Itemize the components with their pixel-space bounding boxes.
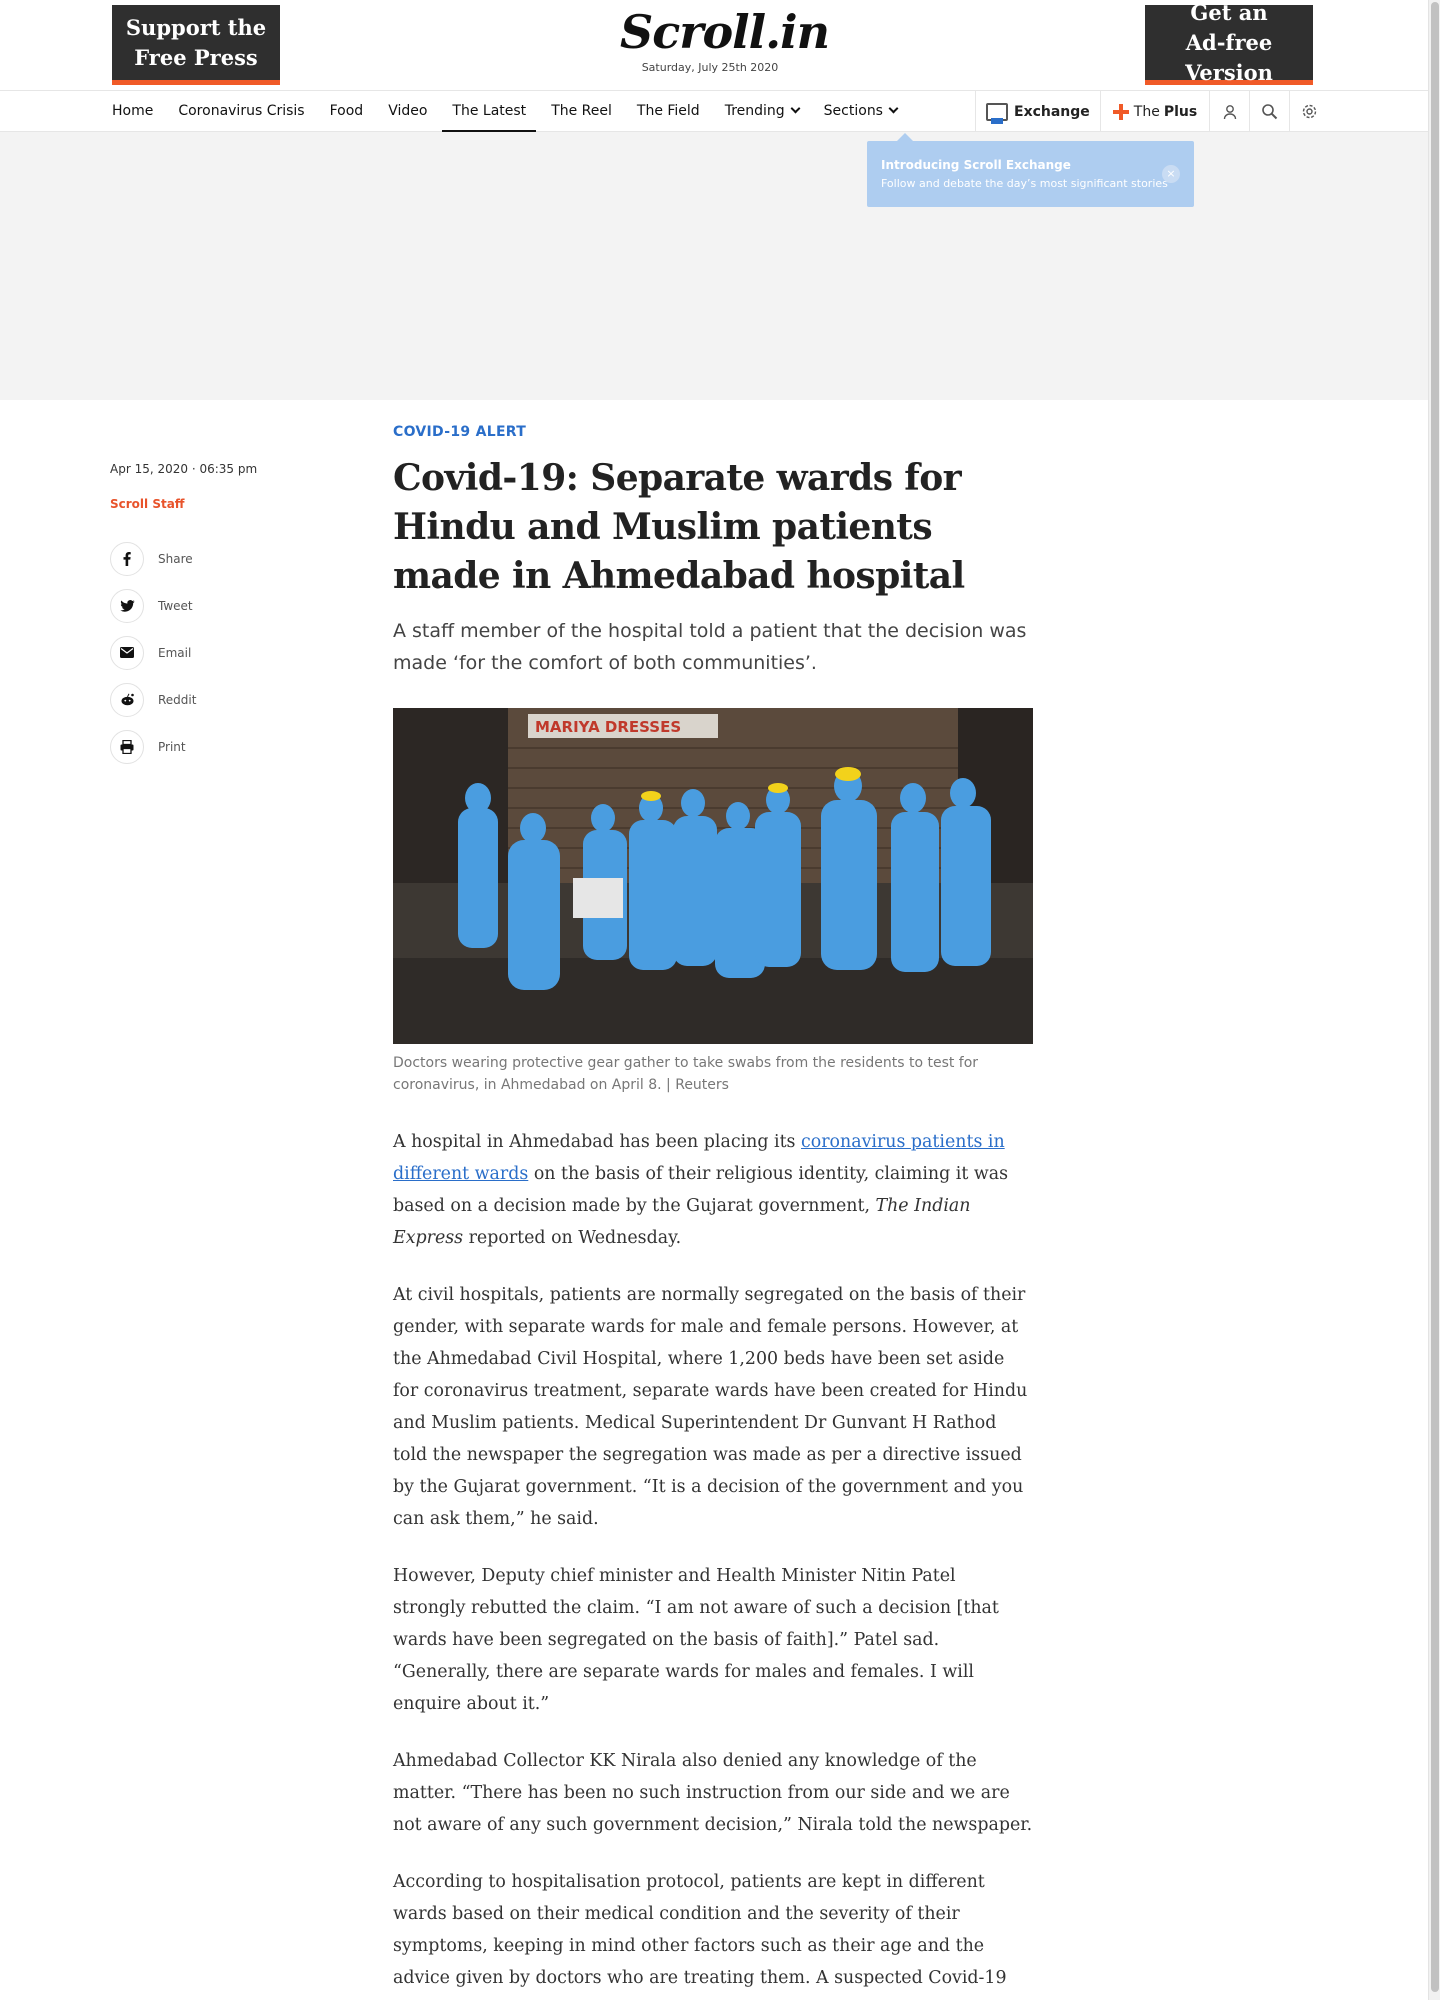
article-kicker[interactable]: COVID-19 ALERT bbox=[393, 424, 1033, 440]
share-email-button[interactable]: Email bbox=[110, 629, 350, 676]
promo-right-line1: Get an bbox=[1190, 0, 1268, 25]
share-facebook-button[interactable]: Share bbox=[110, 535, 350, 582]
body-paragraph-2: At civil hospitals, patients are normall… bbox=[393, 1285, 1028, 1529]
email-label: Email bbox=[158, 645, 192, 660]
main-navbar: Home Coronavirus Crisis Food Video The L… bbox=[0, 90, 1428, 132]
popover-title: Introducing Scroll Exchange bbox=[881, 158, 1071, 172]
account-button[interactable] bbox=[1209, 91, 1249, 132]
author-link[interactable]: Scroll Staff bbox=[110, 497, 350, 511]
lead-image: MARIYA DRESSES bbox=[393, 708, 1033, 1044]
settings-button[interactable] bbox=[1289, 91, 1329, 132]
nav-links: Home Coronavirus Crisis Food Video The L… bbox=[112, 91, 922, 132]
body-paragraph-3: However, Deputy chief minister and Healt… bbox=[393, 1566, 999, 1714]
nav-trending[interactable]: Trending bbox=[724, 91, 801, 132]
exchange-icon bbox=[986, 102, 1008, 124]
nav-the-latest[interactable]: The Latest bbox=[442, 91, 536, 132]
nav-the-reel[interactable]: The Reel bbox=[551, 91, 612, 132]
exchange-button[interactable]: Exchange bbox=[975, 91, 1100, 132]
facebook-icon bbox=[110, 541, 144, 576]
nav-home[interactable]: Home bbox=[112, 91, 153, 132]
image-caption: Doctors wearing protective gear gather t… bbox=[393, 1055, 979, 1093]
popover-subtitle: Follow and debate the day’s most signifi… bbox=[881, 177, 1168, 190]
chevron-down-icon bbox=[790, 103, 801, 114]
nav-sections-label: Sections bbox=[823, 103, 883, 119]
plus-label: Plus bbox=[1163, 103, 1198, 120]
shop-sign-text: MARIYA DRESSES bbox=[535, 718, 681, 736]
article-body: A hospital in Ahmedabad has been placing… bbox=[393, 1126, 1033, 2000]
nav-sections[interactable]: Sections bbox=[823, 91, 899, 132]
body-paragraph-1: A hospital in Ahmedabad has been placing… bbox=[393, 1126, 1033, 1254]
search-icon bbox=[1262, 104, 1278, 120]
nav-coronavirus-crisis[interactable]: Coronavirus Crisis bbox=[178, 91, 304, 132]
p1-text-after: reported on Wednesday. bbox=[463, 1228, 682, 1248]
user-icon bbox=[1223, 104, 1236, 119]
body-paragraph-4: Ahmedabad Collector KK Nirala also denie… bbox=[393, 1751, 1033, 1835]
p1-text-before: A hospital in Ahmedabad has been placing… bbox=[393, 1132, 802, 1152]
search-button[interactable] bbox=[1249, 91, 1289, 132]
page-scrollbar[interactable] bbox=[1428, 0, 1440, 2000]
exchange-label: Exchange bbox=[1014, 103, 1090, 120]
gear-icon bbox=[1303, 104, 1317, 119]
ad-placeholder bbox=[0, 132, 1428, 400]
site-logo[interactable]: Scroll.in bbox=[620, 4, 830, 60]
print-label: Print bbox=[158, 739, 186, 754]
print-button[interactable]: Print bbox=[110, 723, 350, 770]
email-icon bbox=[110, 635, 144, 670]
support-free-press-button[interactable]: Support the Free Press bbox=[112, 5, 280, 85]
body-paragraph-5: According to hospitalisation protocol, p… bbox=[393, 1872, 1007, 1988]
plus-icon bbox=[1112, 103, 1129, 120]
article-headline: Covid-19: Separate wards for Hindu and M… bbox=[393, 457, 965, 597]
the-plus-button[interactable]: The Plus bbox=[1099, 91, 1209, 132]
chevron-down-icon bbox=[888, 103, 899, 114]
promo-left-line2: Free Press bbox=[134, 44, 258, 70]
nav-tools: Exchange The Plus bbox=[975, 91, 1329, 132]
scrollbar-thumb[interactable] bbox=[1431, 2, 1439, 1992]
article-standfirst: A staff member of the hospital told a pa… bbox=[393, 620, 1027, 674]
close-icon[interactable]: × bbox=[1162, 165, 1180, 183]
tweet-label: Tweet bbox=[158, 598, 193, 613]
share-list: Share Tweet Email Reddit Print bbox=[110, 535, 350, 770]
promo-left-line1: Support the bbox=[125, 14, 267, 40]
share-reddit-button[interactable]: Reddit bbox=[110, 676, 350, 723]
nav-video[interactable]: Video bbox=[388, 91, 427, 132]
masthead: Support the Free Press Scroll.in Saturda… bbox=[0, 0, 1440, 90]
scroll-exchange-popover: Introducing Scroll Exchange Follow and d… bbox=[867, 133, 1194, 207]
current-date: Saturday, July 25th 2020 bbox=[641, 61, 779, 74]
nav-food[interactable]: Food bbox=[330, 91, 364, 132]
share-label: Share bbox=[158, 551, 193, 566]
article-header: COVID-19 ALERT Covid-19: Separate wards … bbox=[393, 424, 1033, 679]
article-meta: Apr 15, 2020 · 06:35 pm Scroll Staff Sha… bbox=[110, 462, 350, 770]
plus-prefix: The bbox=[1133, 103, 1160, 120]
ad-free-version-button[interactable]: Get an Ad-free Version bbox=[1145, 0, 1313, 85]
print-icon bbox=[110, 729, 144, 764]
share-twitter-button[interactable]: Tweet bbox=[110, 582, 350, 629]
publish-date: Apr 15, 2020 · 06:35 pm bbox=[110, 462, 258, 476]
twitter-icon bbox=[110, 588, 144, 623]
reddit-icon bbox=[110, 682, 144, 717]
lead-image-illustration: MARIYA DRESSES bbox=[393, 708, 1033, 1044]
nav-the-field[interactable]: The Field bbox=[637, 91, 700, 132]
nav-trending-label: Trending bbox=[724, 103, 785, 119]
reddit-label: Reddit bbox=[158, 692, 197, 707]
promo-right-line2: Ad-free Version bbox=[1185, 29, 1273, 85]
